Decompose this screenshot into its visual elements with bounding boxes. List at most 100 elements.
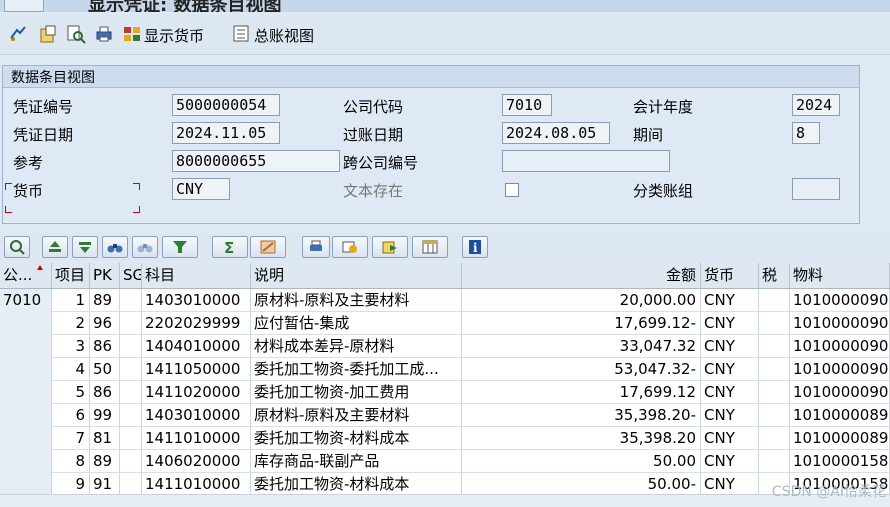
amount-cell[interactable]: 53,047.32- bbox=[462, 358, 701, 381]
cross-company-field[interactable] bbox=[502, 150, 670, 172]
company-code-field[interactable]: 7010 bbox=[502, 94, 552, 116]
account-cell[interactable]: 1403010000 bbox=[142, 289, 251, 312]
account-cell[interactable]: 1411020000 bbox=[142, 381, 251, 404]
material-cell[interactable]: 1010000158 bbox=[790, 450, 890, 473]
special-gl-cell[interactable] bbox=[120, 358, 142, 381]
column-header-text[interactable]: 说明 bbox=[251, 263, 462, 288]
posting-key-cell[interactable]: 86 bbox=[90, 335, 120, 358]
amount-cell[interactable]: 50.00 bbox=[462, 450, 701, 473]
currency-cell[interactable]: CNY bbox=[701, 404, 759, 427]
material-cell[interactable]: 1010000090 bbox=[790, 289, 890, 312]
text-cell[interactable]: 委托加工物资-材料成本 bbox=[251, 473, 462, 496]
currency-cell[interactable]: CNY bbox=[701, 335, 759, 358]
column-header-item[interactable]: 项目 bbox=[52, 263, 90, 288]
currency-cell[interactable]: CNY bbox=[701, 427, 759, 450]
material-cell[interactable]: 1010000090 bbox=[790, 335, 890, 358]
ledger-view-icon[interactable] bbox=[232, 24, 252, 44]
item-cell[interactable]: 8 bbox=[52, 450, 90, 473]
table-row[interactable]: 2 96 2202029999 应付暂估-集成 17,699.12- CNY 1010000… bbox=[0, 312, 890, 335]
column-header-material[interactable]: 物料 bbox=[790, 263, 890, 288]
material-cell[interactable]: 1010000090 bbox=[790, 312, 890, 335]
sort-descending-button[interactable] bbox=[72, 236, 98, 258]
tax-cell[interactable] bbox=[759, 335, 790, 358]
account-cell[interactable]: 1411050000 bbox=[142, 358, 251, 381]
posting-key-cell[interactable]: 50 bbox=[90, 358, 120, 381]
tax-cell[interactable] bbox=[759, 312, 790, 335]
posting-key-cell[interactable]: 96 bbox=[90, 312, 120, 335]
text-cell[interactable]: 库存商品-联副产品 bbox=[251, 450, 462, 473]
tax-cell[interactable] bbox=[759, 450, 790, 473]
amount-cell[interactable]: 35,398.20- bbox=[462, 404, 701, 427]
document-header-icon[interactable] bbox=[38, 24, 58, 44]
reference-field[interactable]: 8000000655 bbox=[172, 150, 340, 172]
item-cell[interactable]: 1 bbox=[52, 289, 90, 312]
account-cell[interactable]: 1411010000 bbox=[142, 473, 251, 496]
document-number-field[interactable]: 5000000054 bbox=[172, 94, 280, 116]
table-row[interactable]: 4 50 1411050000 委托加工物资-委托加工成... 53,047.32- CN… bbox=[0, 358, 890, 381]
filter-button[interactable] bbox=[162, 236, 198, 258]
text-cell[interactable]: 委托加工物资-材料成本 bbox=[251, 427, 462, 450]
table-row[interactable]: 6 99 1403010000 原材料-原料及主要材料 35,398.20- CNY 101… bbox=[0, 404, 890, 427]
material-cell[interactable]: 1010000090 bbox=[790, 358, 890, 381]
posting-key-cell[interactable]: 91 bbox=[90, 473, 120, 496]
tax-cell[interactable] bbox=[759, 427, 790, 450]
amount-cell[interactable]: 50.00- bbox=[462, 473, 701, 496]
text-cell[interactable]: 材料成本差异-原材料 bbox=[251, 335, 462, 358]
text-exists-checkbox[interactable] bbox=[505, 183, 519, 197]
special-gl-cell[interactable] bbox=[120, 312, 142, 335]
posting-key-cell[interactable]: 99 bbox=[90, 404, 120, 427]
column-header-account[interactable]: 科目 bbox=[142, 263, 251, 288]
change-display-icon[interactable] bbox=[8, 24, 28, 44]
item-cell[interactable]: 6 bbox=[52, 404, 90, 427]
table-row[interactable]: 5 86 1411020000 委托加工物资-加工费用 17,699.12 CNY 1010… bbox=[0, 381, 890, 404]
general-ledger-view-button[interactable]: 总账视图 bbox=[254, 25, 314, 46]
display-currency-button[interactable]: 显示货币 bbox=[144, 25, 204, 46]
amount-cell[interactable]: 20,000.00 bbox=[462, 289, 701, 312]
print-preview-button[interactable] bbox=[302, 236, 330, 258]
menu-button[interactable] bbox=[4, 0, 44, 12]
details-button[interactable] bbox=[4, 236, 30, 258]
ledger-group-field[interactable] bbox=[792, 178, 840, 200]
column-header-company-code[interactable]: 公... bbox=[0, 263, 52, 288]
item-cell[interactable]: 5 bbox=[52, 381, 90, 404]
information-button[interactable]: i bbox=[462, 236, 488, 258]
column-header-tax[interactable]: 税 bbox=[759, 263, 790, 288]
posting-key-cell[interactable]: 81 bbox=[90, 427, 120, 450]
table-row[interactable]: 1 89 1403010000 原材料-原料及主要材料 20,000.00 CNY 1010… bbox=[0, 289, 890, 312]
currency-cell[interactable]: CNY bbox=[701, 289, 759, 312]
special-gl-cell[interactable] bbox=[120, 450, 142, 473]
text-cell[interactable]: 原材料-原料及主要材料 bbox=[251, 404, 462, 427]
views-button[interactable] bbox=[332, 236, 368, 258]
special-gl-cell[interactable] bbox=[120, 381, 142, 404]
tax-cell[interactable] bbox=[759, 404, 790, 427]
column-header-amount[interactable]: 金额 bbox=[462, 263, 701, 288]
currency-cell[interactable]: CNY bbox=[701, 358, 759, 381]
text-cell[interactable]: 原材料-原料及主要材料 bbox=[251, 289, 462, 312]
currency-field[interactable]: CNY bbox=[172, 178, 230, 200]
column-header-special-gl[interactable]: SG bbox=[120, 263, 142, 288]
special-gl-cell[interactable] bbox=[120, 289, 142, 312]
item-cell[interactable]: 2 bbox=[52, 312, 90, 335]
amount-cell[interactable]: 17,699.12- bbox=[462, 312, 701, 335]
tax-cell[interactable] bbox=[759, 381, 790, 404]
posting-key-cell[interactable]: 86 bbox=[90, 381, 120, 404]
material-cell[interactable]: 1010000089 bbox=[790, 427, 890, 450]
special-gl-cell[interactable] bbox=[120, 404, 142, 427]
posting-key-cell[interactable]: 89 bbox=[90, 450, 120, 473]
text-cell[interactable]: 委托加工物资-加工费用 bbox=[251, 381, 462, 404]
tax-cell[interactable] bbox=[759, 289, 790, 312]
amount-cell[interactable]: 17,699.12 bbox=[462, 381, 701, 404]
export-button[interactable] bbox=[372, 236, 408, 258]
currency-cell[interactable]: CNY bbox=[701, 381, 759, 404]
column-header-currency[interactable]: 货币 bbox=[701, 263, 759, 288]
account-cell[interactable]: 1411010000 bbox=[142, 427, 251, 450]
item-cell[interactable]: 7 bbox=[52, 427, 90, 450]
posting-key-cell[interactable]: 89 bbox=[90, 289, 120, 312]
fiscal-year-field[interactable]: 2024 bbox=[792, 94, 840, 116]
sort-ascending-button[interactable] bbox=[42, 236, 68, 258]
print-icon[interactable] bbox=[94, 24, 114, 44]
item-cell[interactable]: 4 bbox=[52, 358, 90, 381]
table-row[interactable]: 8 89 1406020000 库存商品-联副产品 50.00 CNY 1010000158 bbox=[0, 450, 890, 473]
currency-cell[interactable]: CNY bbox=[701, 473, 759, 496]
column-header-posting-key[interactable]: PK bbox=[90, 263, 120, 288]
